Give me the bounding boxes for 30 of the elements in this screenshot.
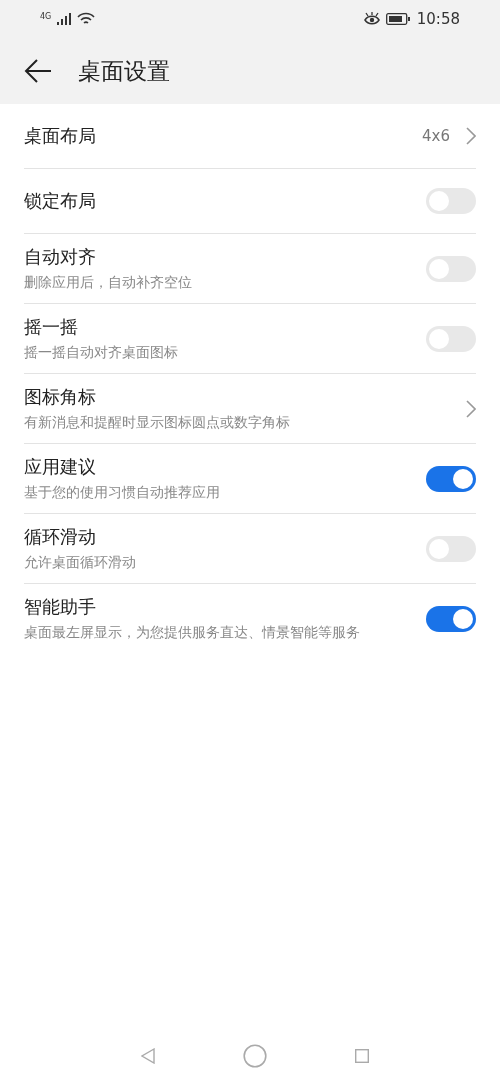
setting-description: 桌面最左屏显示，为您提供服务直达、情景智能等服务	[24, 623, 361, 642]
network-type: 4G	[40, 12, 52, 21]
back-arrow-icon[interactable]	[24, 59, 52, 83]
setting-title: 自动对齐	[24, 245, 97, 269]
toggle-switch[interactable]	[426, 605, 476, 632]
setting-description: 摇一摇自动对齐桌面图标	[24, 343, 179, 362]
eye-icon	[363, 12, 380, 26]
back-triangle-icon[interactable]	[141, 1048, 155, 1064]
setting-title: 循环滑动	[24, 525, 97, 549]
setting-description: 基于您的使用习惯自动推荐应用	[24, 483, 221, 502]
toggle-switch[interactable]	[426, 465, 476, 492]
battery-icon	[385, 13, 411, 25]
signal-icon	[57, 13, 72, 25]
setting-title: 应用建议	[24, 455, 97, 479]
setting-description: 允许桌面循环滑动	[24, 553, 137, 572]
setting-title: 图标角标	[24, 385, 97, 409]
setting-description: 有新消息和提醒时显示图标圆点或数字角标	[24, 413, 291, 432]
chevron-icon	[466, 127, 476, 145]
setting-value: 4x6	[422, 127, 450, 145]
setting-title: 摇一摇	[24, 315, 79, 339]
setting-description: 删除应用后，自动补齐空位	[24, 273, 193, 292]
clock: 10:58	[416, 10, 460, 28]
setting-title: 智能助手	[24, 595, 97, 619]
home-circle-icon[interactable]	[243, 1044, 267, 1068]
setting-title: 锁定布局	[24, 189, 97, 213]
page-title: 桌面设置	[78, 56, 170, 86]
chevron-icon	[466, 399, 476, 418]
wifi-icon	[77, 12, 96, 26]
setting-title: 桌面布局	[24, 124, 97, 148]
recents-square-icon[interactable]	[355, 1049, 369, 1063]
